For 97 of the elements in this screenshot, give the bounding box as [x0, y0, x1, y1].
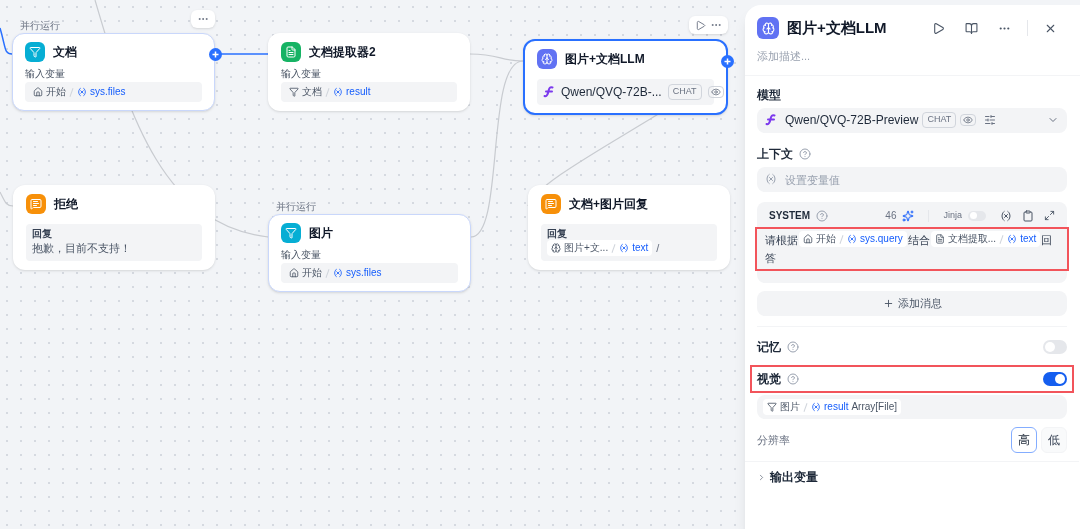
prompt-role: SYSTEM [769, 209, 811, 223]
variable-name: sys.files [346, 266, 382, 280]
variable-icon[interactable] [1000, 209, 1012, 222]
section-label: 视觉 [757, 371, 781, 388]
resolution-option[interactable]: 低 [1041, 427, 1067, 453]
help-icon[interactable] [787, 341, 799, 353]
node-name: 图片+文... [564, 241, 609, 256]
home-icon [33, 87, 43, 97]
resolution-label: 分辨率 [757, 432, 790, 448]
toggle-switch[interactable] [1043, 372, 1067, 386]
workflow-node[interactable]: 图片 输入变量 开始 sys.files [268, 214, 471, 292]
prompt-text[interactable]: 请根据 开始 sys.query 结合 文档提取... text 回答 [755, 227, 1069, 271]
vision-variable-field[interactable]: 图片 result Array[File] [757, 395, 1067, 419]
variable-icon [811, 402, 821, 412]
node-name: 文档提取... [947, 232, 997, 246]
variable-name: result [824, 400, 849, 414]
variable-icon [333, 268, 343, 278]
edge [0, 191, 14, 207]
funnel-icon [289, 87, 299, 97]
document-icon [934, 234, 945, 244]
jinja-label: Jinja [943, 208, 962, 222]
model-logo-icon [543, 86, 555, 98]
variable-name: text [1020, 232, 1037, 246]
node-title: 文档提取器2 [309, 44, 376, 61]
input-label: 输入变量 [25, 68, 66, 80]
node-title: 图片 [309, 225, 333, 242]
variable-icon [847, 234, 857, 244]
home-icon [803, 234, 813, 244]
separator: / [656, 241, 660, 256]
section-label: 记忆 [757, 339, 781, 356]
expand-icon[interactable] [1044, 210, 1055, 221]
variable-name: sys.files [90, 85, 126, 99]
variable-type: Array[File] [851, 400, 897, 414]
section-label[interactable]: 输出变量 [770, 468, 818, 486]
node-title: 文档 [53, 44, 77, 61]
model-logo-icon [765, 114, 777, 126]
workflow-node[interactable]: 文档提取器2 输入变量 文档 result [268, 33, 470, 111]
workflow-node[interactable]: 图片+文档LLM Qwen/QVQ-72B-... CHAT [523, 39, 728, 115]
model-name: Qwen/QVQ-72B-Preview [785, 112, 919, 129]
variable-name: result [346, 85, 371, 99]
help-icon[interactable] [799, 147, 811, 160]
variable-name: sys.query [860, 232, 903, 246]
play-icon[interactable] [695, 19, 706, 31]
model-tag: CHAT [667, 84, 702, 100]
model-name: Qwen/QVQ-72B-... [561, 84, 662, 101]
help-icon[interactable] [787, 373, 799, 385]
node-name: 开始 [816, 232, 836, 246]
model-select[interactable]: Qwen/QVQ-72B-Preview CHAT [757, 107, 1067, 133]
reply-label: 回复 [547, 228, 568, 240]
funnel-icon [767, 402, 777, 412]
node-title: 文档+图片回复 [569, 196, 648, 213]
node-name: 开始 [302, 266, 322, 280]
sparkle-icon[interactable] [902, 209, 915, 222]
brain-icon [761, 21, 775, 35]
context-field[interactable]: 设置变量值 [757, 167, 1067, 192]
token-count: 46 [885, 209, 897, 223]
variable-icon [619, 243, 630, 254]
workflow-node[interactable]: 文档 输入变量 开始 sys.files [12, 33, 215, 111]
edge [0, 27, 13, 55]
node-name: 图片 [780, 400, 800, 414]
workflow-node[interactable]: 拒绝 回复 抱歉，目前不支持！ [13, 185, 215, 270]
node-caption: 并行运行 [276, 201, 316, 213]
home-icon [289, 268, 299, 278]
add-handle[interactable] [720, 54, 734, 68]
plus-icon [882, 298, 894, 309]
book-icon[interactable] [965, 21, 978, 35]
resolution-option[interactable]: 高 [1011, 427, 1037, 453]
input-label: 输入变量 [281, 249, 322, 261]
section-label: 上下文 [757, 145, 793, 163]
model-tag: CHAT [922, 112, 957, 128]
variable-name: text [632, 241, 649, 256]
node-title: 图片+文档LLM [565, 51, 645, 68]
variable-icon [333, 87, 343, 97]
workflow-node[interactable]: 文档+图片回复 回复 图片+文... text / [528, 185, 730, 270]
toggle-switch[interactable] [1043, 340, 1067, 354]
sliders-icon[interactable] [984, 114, 997, 126]
clipboard-icon[interactable] [1022, 209, 1034, 222]
variable-icon [765, 172, 777, 185]
input-label: 输入变量 [281, 68, 322, 80]
help-icon[interactable] [816, 209, 829, 222]
section-label: 模型 [757, 86, 782, 104]
variable-icon [1007, 234, 1018, 244]
brain-icon [551, 243, 561, 254]
toggle-switch[interactable] [968, 210, 986, 221]
reply-text: 抱歉，目前不支持！ [32, 241, 132, 256]
chevron-right-icon[interactable] [757, 472, 766, 482]
add-handle[interactable] [208, 47, 222, 61]
panel-title: 图片+文档LLM [787, 18, 887, 38]
description-field[interactable]: 添加描述... [757, 47, 1073, 64]
node-name: 开始 [46, 85, 66, 99]
node-name: 文档 [302, 85, 322, 99]
variable-icon [77, 87, 87, 97]
play-icon[interactable] [932, 21, 945, 35]
node-caption: 并行运行 [20, 20, 60, 32]
add-message-button[interactable]: 添加消息 [757, 291, 1067, 316]
reply-label: 回复 [32, 228, 53, 240]
node-title: 拒绝 [54, 196, 78, 213]
